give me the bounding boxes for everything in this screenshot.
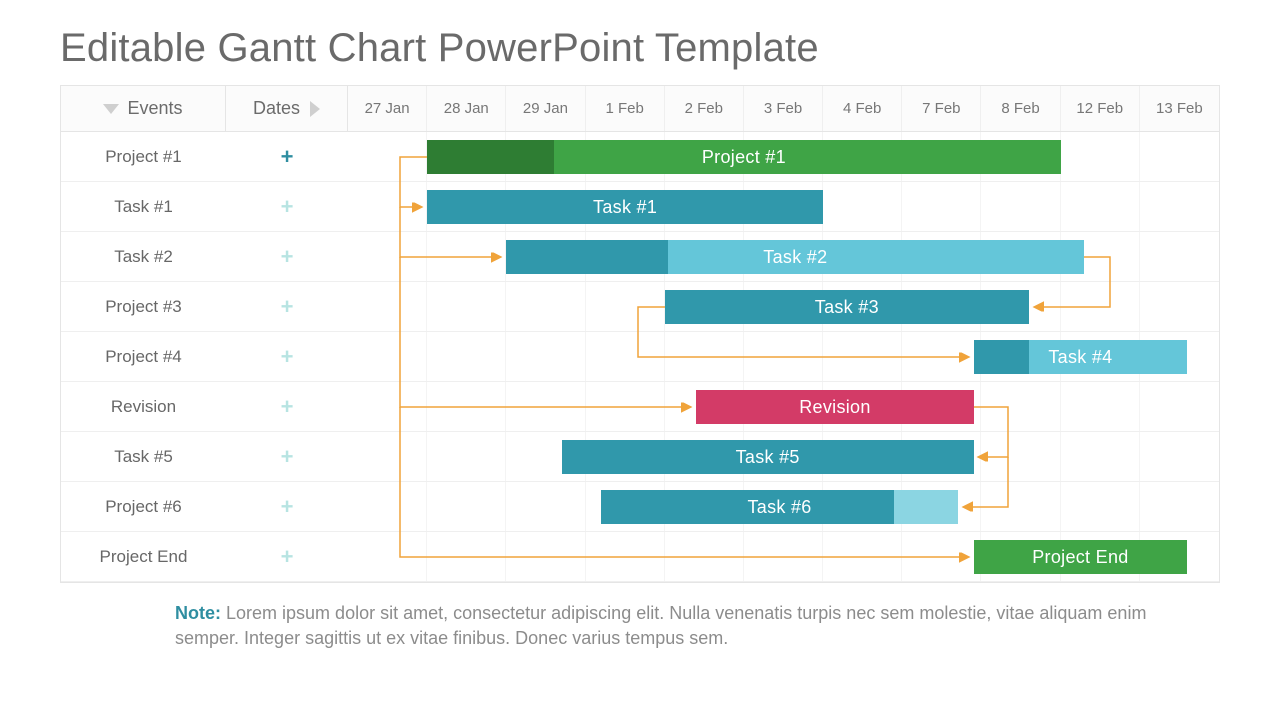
- row-expand-cell[interactable]: +: [226, 132, 348, 181]
- events-label: Events: [127, 98, 182, 119]
- timeline-date-cell: 13 Feb: [1140, 86, 1219, 131]
- plus-icon[interactable]: +: [281, 146, 294, 168]
- row-label: Project #4: [61, 332, 226, 381]
- row-expand-cell[interactable]: +: [226, 482, 348, 531]
- plus-icon[interactable]: +: [281, 346, 294, 368]
- row-label: Task #5: [61, 432, 226, 481]
- timeline-date-cell: 8 Feb: [981, 86, 1060, 131]
- footer-note: Note: Lorem ipsum dolor sit amet, consec…: [175, 601, 1160, 651]
- gantt-row: Project #1 +: [61, 132, 1219, 182]
- gantt-header: Events Dates 27 Jan28 Jan29 Jan1 Feb2 Fe…: [61, 86, 1219, 132]
- plus-icon[interactable]: +: [281, 546, 294, 568]
- gantt-row: Task #1 +: [61, 182, 1219, 232]
- row-label: Project End: [61, 532, 226, 581]
- slide-title: Editable Gantt Chart PowerPoint Template: [60, 26, 1220, 71]
- gantt-row: Project End +: [61, 532, 1219, 582]
- gantt-row: Project #6 +: [61, 482, 1219, 532]
- timeline-date-cell: 1 Feb: [586, 86, 665, 131]
- note-text: Lorem ipsum dolor sit amet, consectetur …: [175, 603, 1146, 648]
- row-label: Revision: [61, 382, 226, 431]
- row-label: Project #1: [61, 132, 226, 181]
- row-expand-cell[interactable]: +: [226, 532, 348, 581]
- timeline-date-cell: 28 Jan: [427, 86, 506, 131]
- gantt-body: Project #1+Task #1+Task #2+Project #3+Pr…: [61, 132, 1219, 582]
- column-header-events: Events: [61, 86, 226, 131]
- plus-icon[interactable]: +: [281, 296, 294, 318]
- row-expand-cell[interactable]: +: [226, 282, 348, 331]
- timeline-date-cell: 27 Jan: [348, 86, 427, 131]
- row-expand-cell[interactable]: +: [226, 332, 348, 381]
- row-expand-cell[interactable]: +: [226, 182, 348, 231]
- gantt-row: Project #4 +: [61, 332, 1219, 382]
- dates-label: Dates: [253, 98, 300, 119]
- row-expand-cell[interactable]: +: [226, 382, 348, 431]
- gantt-row: Revision +: [61, 382, 1219, 432]
- note-label: Note:: [175, 603, 221, 623]
- gantt-row: Task #5 +: [61, 432, 1219, 482]
- plus-icon[interactable]: +: [281, 246, 294, 268]
- plus-icon[interactable]: +: [281, 196, 294, 218]
- timeline-date-cell: 29 Jan: [506, 86, 585, 131]
- chevron-right-icon: [310, 101, 320, 117]
- plus-icon[interactable]: +: [281, 446, 294, 468]
- plus-icon[interactable]: +: [281, 496, 294, 518]
- chevron-down-icon: [103, 104, 119, 114]
- row-expand-cell[interactable]: +: [226, 232, 348, 281]
- gantt-chart: Events Dates 27 Jan28 Jan29 Jan1 Feb2 Fe…: [60, 85, 1220, 583]
- row-label: Task #2: [61, 232, 226, 281]
- timeline-date-cell: 3 Feb: [744, 86, 823, 131]
- column-header-dates: Dates: [226, 86, 348, 131]
- row-expand-cell[interactable]: +: [226, 432, 348, 481]
- gantt-row: Project #3 +: [61, 282, 1219, 332]
- timeline-date-cell: 4 Feb: [823, 86, 902, 131]
- timeline-date-cell: 2 Feb: [665, 86, 744, 131]
- row-label: Project #6: [61, 482, 226, 531]
- row-label: Project #3: [61, 282, 226, 331]
- timeline-date-cell: 12 Feb: [1061, 86, 1140, 131]
- gantt-row: Task #2 +: [61, 232, 1219, 282]
- plus-icon[interactable]: +: [281, 396, 294, 418]
- timeline-date-cell: 7 Feb: [902, 86, 981, 131]
- row-label: Task #1: [61, 182, 226, 231]
